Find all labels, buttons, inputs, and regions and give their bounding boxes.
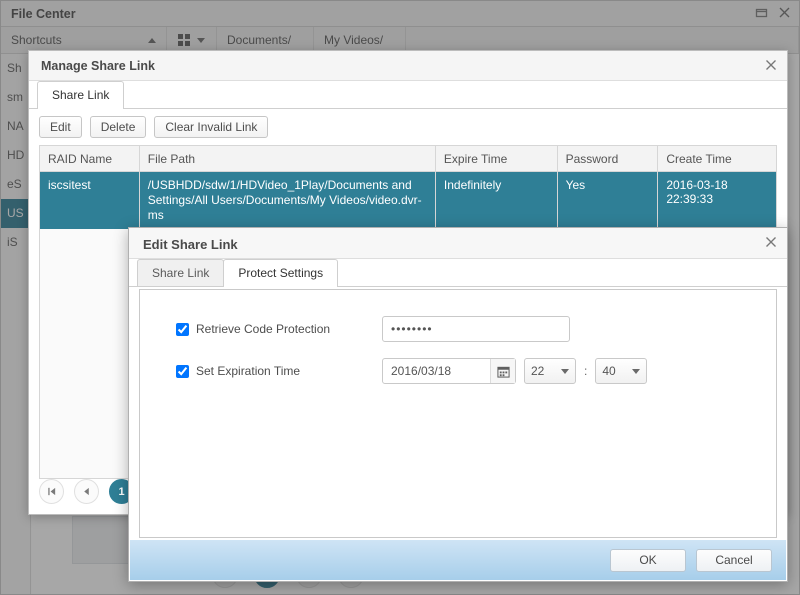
expiration-checkbox[interactable] [176, 364, 189, 378]
close-icon[interactable] [764, 235, 778, 249]
caret-down-icon [632, 368, 641, 374]
expiration-row: Set Expiration Time 22 [140, 356, 776, 386]
retrieve-code-row: Retrieve Code Protection [140, 314, 776, 344]
cell-file-path: /USBHDD/sdw/1/HDVideo_1Play/Documents an… [140, 172, 436, 229]
clear-invalid-link-button[interactable]: Clear Invalid Link [154, 116, 269, 138]
edit-share-link-dialog: Edit Share Link Share Link Protect Setti… [128, 227, 788, 582]
column-header-password[interactable]: Password [557, 146, 659, 172]
expiration-label-wrap[interactable]: Set Expiration Time [176, 364, 382, 378]
share-link-table: RAID Name File Path Expire Time Password… [39, 145, 777, 229]
manage-dialog-tabstrip: Share Link [29, 81, 787, 109]
manage-dialog-toolbar: Edit Delete Clear Invalid Link [29, 109, 787, 145]
delete-button[interactable]: Delete [89, 116, 147, 138]
expiration-label: Set Expiration Time [196, 364, 301, 378]
time-separator: : [584, 364, 588, 378]
edit-dialog-title: Edit Share Link [143, 237, 238, 252]
manage-dialog-header: Manage Share Link [29, 51, 787, 81]
retrieve-code-input[interactable] [382, 316, 570, 342]
ok-button[interactable]: OK [610, 548, 686, 572]
calendar-icon[interactable] [490, 359, 515, 383]
tab-protect-settings[interactable]: Protect Settings [223, 259, 339, 287]
tab-share-link[interactable]: Share Link [137, 259, 225, 286]
expiration-minute-select[interactable]: 40 [595, 358, 648, 384]
close-icon[interactable] [764, 58, 778, 72]
cell-password: Yes [558, 172, 659, 229]
column-header-expire-time[interactable]: Expire Time [435, 146, 558, 172]
column-header-file-path[interactable]: File Path [139, 146, 436, 172]
edit-dialog-header: Edit Share Link [129, 228, 787, 259]
minute-value: 40 [602, 364, 616, 378]
retrieve-code-label-wrap[interactable]: Retrieve Code Protection [176, 322, 382, 336]
table-header-row: RAID Name File Path Expire Time Password… [40, 146, 776, 172]
table-row[interactable]: iscsitest /USBHDD/sdw/1/HDVideo_1Play/Do… [40, 172, 776, 229]
retrieve-code-checkbox[interactable] [176, 322, 189, 336]
cell-expire-time: Indefinitely [436, 172, 558, 229]
caret-down-icon [561, 368, 569, 374]
protect-settings-panel: Retrieve Code Protection Set Expiration … [139, 289, 777, 538]
retrieve-code-label: Retrieve Code Protection [196, 322, 331, 336]
hour-value: 22 [531, 364, 545, 378]
expiration-hour-select[interactable]: 22 [524, 358, 576, 384]
manage-dialog-title: Manage Share Link [41, 59, 155, 73]
cell-raid-name: iscsitest [40, 172, 140, 229]
edit-dialog-tabstrip: Share Link Protect Settings [129, 259, 787, 287]
edit-button[interactable]: Edit [39, 116, 82, 138]
cancel-button[interactable]: Cancel [696, 548, 772, 572]
cell-create-time: 2016-03-18 22:39:33 [666, 178, 728, 206]
first-page-icon[interactable] [39, 479, 64, 504]
column-header-raid-name[interactable]: RAID Name [40, 146, 140, 172]
date-field-wrap [382, 358, 516, 384]
column-header-create-time[interactable]: Create Time [658, 146, 776, 172]
tab-share-link[interactable]: Share Link [37, 81, 125, 109]
edit-dialog-footer: OK Cancel [130, 540, 786, 580]
prev-page-icon[interactable] [74, 479, 99, 504]
